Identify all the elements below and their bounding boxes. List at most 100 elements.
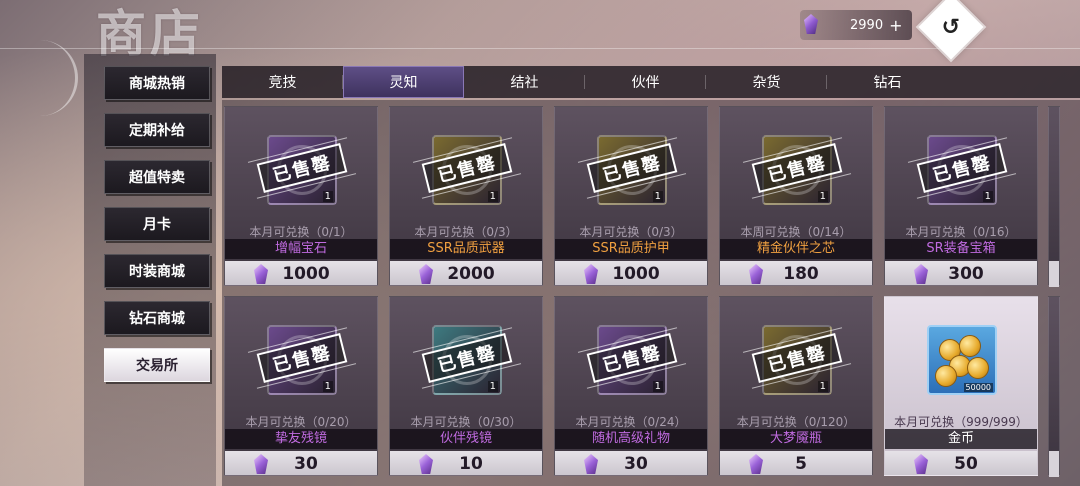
tab[interactable]: 钻石 [827,66,948,98]
tab[interactable]: 灵知 [343,66,464,98]
tab[interactable]: 伙伴 [585,66,706,98]
item-name: 增幅宝石 [225,239,377,259]
purple-gem-icon [911,263,933,285]
item-price: 30 [294,454,318,474]
shop-item-card[interactable]: 1 已售罄 本月可兑换（0/16） SR装备宝箱 300 [884,106,1038,286]
item-quantity: 1 [817,191,828,202]
purchase-limit: 本月可兑换（0/24） [575,415,687,429]
item-price: 2000 [447,264,495,284]
price-bar: 30 [555,451,707,475]
item-price: 30 [624,454,648,474]
sidebar-item[interactable]: 交易所 [104,348,210,382]
item-price: 50 [954,454,978,474]
tab[interactable]: 杂货 [706,66,827,98]
item-name: 挚友残镜 [225,429,377,449]
shop-item-card[interactable]: 1 已售罄 本月可兑换（0/20） 挚友残镜 30 [224,296,378,476]
price-bar: 10 [390,451,542,475]
item-name: SSR品质武器 [390,239,542,259]
purple-gem-icon [251,263,273,285]
purchase-limit: 本月可兑换（0/20） [245,415,357,429]
sidebar-item[interactable]: 月卡 [104,207,210,241]
coin [967,357,989,379]
tab-label: 钻石 [873,75,902,91]
tab-label: 伙伴 [631,75,660,91]
purchase-limit: 本月可兑换（999/999） [894,415,1028,429]
tab-label: 灵知 [389,75,418,91]
price-bar: 300 [885,261,1037,285]
price-bar: 50 [885,451,1037,475]
purchase-limit: 本月可兑换（0/30） [410,415,522,429]
price-bar: 180 [720,261,872,285]
item-name: 精金伙伴之芯 [720,239,872,259]
purchase-limit: 本月可兑换（0/3） [579,225,683,239]
tab-label: 竞技 [268,75,297,91]
sidebar-item[interactable]: 时装商城 [104,254,210,288]
purchase-limit: 本月可兑换（0/120） [736,415,856,429]
shop-item-card[interactable]: 1 已售罄 本月可兑换（0/3） SSR品质武器 2000 [389,106,543,286]
currency-value: 2990 [850,17,884,33]
tab[interactable]: 竞技 [222,66,343,98]
item-name: SR装备宝箱 [885,239,1037,259]
item-quantity: 1 [322,191,333,202]
purple-gem-icon [416,263,438,285]
sidebar-item[interactable]: 钻石商城 [104,301,210,335]
item-quantity: 50000 [963,383,993,392]
price-bar: 1000 [225,261,377,285]
sidebar-item[interactable]: 定期补给 [104,113,210,147]
item-name: SSR品质护甲 [555,239,707,259]
shop-item-card[interactable]: 1 已售罄 本月可兑换（0/120） 大梦魇瓶 5 [719,296,873,476]
purchase-limit: 本月可兑换（0/3） [414,225,518,239]
item-price: 180 [783,264,819,284]
tab-bar: 竞技 灵知 结社 伙伴 杂货 钻石 [222,66,1080,98]
purple-gem-icon [911,453,933,475]
purple-gem-icon [746,263,768,285]
partial-card [1048,106,1060,287]
purple-gem-icon [581,453,603,475]
item-name: 金币 [885,429,1037,449]
partial-card [1048,296,1060,477]
sidebar-item[interactable]: 超值特卖 [104,160,210,194]
item-quantity: 1 [322,381,333,392]
item-name: 伙伴残镜 [390,429,542,449]
shop-item-card[interactable]: 1 已售罄 本月可兑换（0/3） SSR品质护甲 1000 [554,106,708,286]
item-name: 大梦魇瓶 [720,429,872,449]
price-bar: 2000 [390,261,542,285]
item-quantity: 1 [652,381,663,392]
item-price: 5 [795,454,807,474]
price-bar: 1000 [555,261,707,285]
item-price: 300 [948,264,984,284]
tab-label: 杂货 [752,75,781,91]
item-quantity: 1 [982,191,993,202]
item-price: 1000 [612,264,660,284]
add-currency-icon[interactable]: + [889,16,902,35]
purchase-limit: 本月可兑换（0/16） [905,225,1017,239]
purple-gem-icon [251,453,273,475]
item-price: 1000 [282,264,330,284]
purple-gem-icon [581,263,603,285]
price-bar: 5 [720,451,872,475]
purchase-limit: 本周可兑换（0/14） [740,225,852,239]
header-divider [0,48,1080,49]
item-quantity: 1 [817,381,828,392]
tab-label: 结社 [510,75,539,91]
item-quantity: 1 [652,191,663,202]
coin [935,365,957,387]
tab[interactable]: 结社 [464,66,585,98]
item-price: 10 [459,454,483,474]
back-arrow-icon: ↺ [941,14,961,40]
purple-gem-icon [416,453,438,475]
item-quantity: 1 [487,381,498,392]
currency-display: 2990 + [800,10,912,40]
item-name: 随机高级礼物 [555,429,707,449]
sidebar-item[interactable]: 商城热销 [104,66,210,100]
shop-item-card[interactable]: 1 已售罄 本月可兑换（0/30） 伙伴残镜 10 [389,296,543,476]
shop-item-card[interactable]: 1 已售罄 本月可兑换（0/24） 随机高级礼物 30 [554,296,708,476]
shop-item-card[interactable]: 50000 本月可兑换（999/999） 金币 50 [884,296,1038,476]
purchase-limit: 本月可兑换（0/1） [249,225,353,239]
purple-gem-icon [800,12,822,38]
shop-item-card[interactable]: 1 已售罄 本周可兑换（0/14） 精金伙伴之芯 180 [719,106,873,286]
item-quantity: 1 [487,191,498,202]
shop-item-card[interactable]: 1 已售罄 本月可兑换（0/1） 增幅宝石 1000 [224,106,378,286]
gold-coins-icon: 50000 [927,325,997,395]
purple-gem-icon [746,453,768,475]
